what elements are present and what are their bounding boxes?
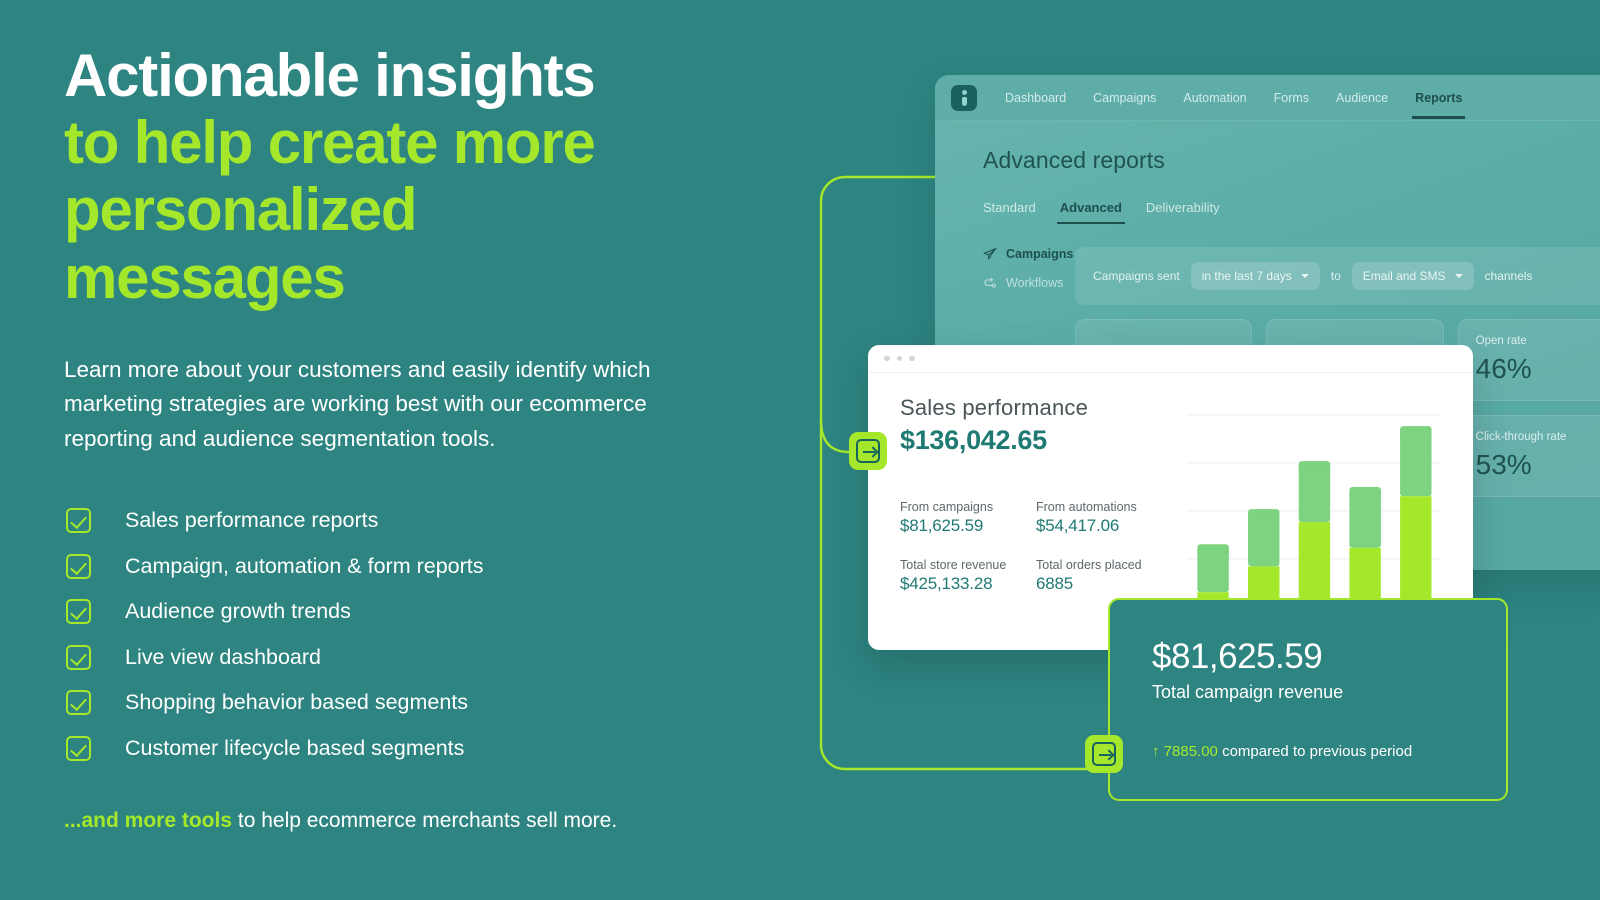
report-tabs: Standard Advanced Deliverability xyxy=(983,200,1600,224)
callout-label: Total campaign revenue xyxy=(1152,682,1344,702)
list-item-label: Audience growth trends xyxy=(125,599,351,624)
list-item: Audience growth trends xyxy=(64,589,764,635)
checkmark-icon xyxy=(66,644,91,670)
nav-item-audience[interactable]: Audience xyxy=(1335,77,1389,119)
arrow-right-icon xyxy=(1092,742,1116,766)
navbar-items: Dashboard Campaigns Automation Forms Aud… xyxy=(1004,77,1466,119)
stat-label: Click-through rate xyxy=(1475,431,1567,443)
arrow-right-icon xyxy=(856,439,880,463)
tab-standard[interactable]: Standard xyxy=(983,200,1036,224)
nav-item-dashboard[interactable]: Dashboard xyxy=(1004,77,1067,119)
sidebar-item-label: Campaigns xyxy=(1006,247,1074,261)
list-item-label: Shopping behavior based segments xyxy=(125,690,469,715)
hero-footer-line: ...and more tools to help ecommerce merc… xyxy=(64,809,764,833)
headline-line-4: messages xyxy=(64,243,346,311)
list-item-label: Sales performance reports xyxy=(125,508,379,533)
chevron-down-icon xyxy=(1300,274,1309,278)
metric-from-automations: From automations $54,417.06 xyxy=(1036,500,1172,536)
sidebar-item-campaigns[interactable]: Campaigns xyxy=(983,247,1075,261)
loop-arrow-icon xyxy=(984,277,996,288)
nav-item-forms[interactable]: Forms xyxy=(1273,77,1310,119)
checkmark-icon xyxy=(66,599,91,625)
headline-line-2: to help create more xyxy=(64,109,596,177)
list-item: Customer lifecycle based segments xyxy=(64,726,764,772)
headline-line-3: personalized xyxy=(64,176,418,244)
paper-plane-icon xyxy=(983,247,997,261)
list-item: Campaign, automation & form reports xyxy=(64,544,764,590)
stat-value: 53% xyxy=(1475,449,1532,480)
checkmark-icon xyxy=(66,553,91,579)
callout-delta: ↑ 7885.00 compared to previous period xyxy=(1152,743,1470,760)
checkmark-icon xyxy=(66,735,91,761)
list-item: Sales performance reports xyxy=(64,498,764,544)
date-range-dropdown[interactable]: in the last 7 days xyxy=(1190,262,1320,290)
window-dot-icon xyxy=(896,355,902,362)
checkmark-icon xyxy=(66,508,91,534)
metric-label: Total store revenue xyxy=(900,558,1007,572)
metric-total-orders-placed: Total orders placed 6885 xyxy=(1036,558,1172,594)
metric-value: 6885 xyxy=(1036,574,1074,593)
date-range-value: in the last 7 days xyxy=(1201,269,1292,283)
metric-from-campaigns: From campaigns $81,625.59 xyxy=(900,500,1036,536)
campaign-revenue-callout: $81,625.59 Total campaign revenue ↑ 7885… xyxy=(1108,598,1508,801)
metric-value: $425,133.28 xyxy=(900,574,993,593)
hero-copy-column: Actionable insights to help create more … xyxy=(64,42,764,833)
callout-amount: $81,625.59 xyxy=(1152,637,1323,676)
list-item-label: Live view dashboard xyxy=(125,644,322,669)
page-title: Actionable insights to help create more … xyxy=(64,42,764,311)
filter-bar: Campaigns sent in the last 7 days to Ema… xyxy=(1075,247,1600,305)
filter-suffix-label: channels xyxy=(1484,269,1533,283)
channel-value: Email and SMS xyxy=(1362,269,1446,283)
stat-column-right: Open rate 46% Click-through rate 53% xyxy=(1457,319,1600,497)
brand-logo-icon xyxy=(951,84,977,111)
sales-metric-grid: From campaigns $81,625.59 From automatio… xyxy=(900,500,1168,594)
nav-item-campaigns[interactable]: Campaigns xyxy=(1092,77,1157,119)
list-item: Shopping behavior based segments xyxy=(64,680,764,726)
window-dot-icon xyxy=(884,355,890,362)
metric-label: From campaigns xyxy=(900,500,994,514)
app-navbar: Dashboard Campaigns Automation Forms Aud… xyxy=(935,75,1600,121)
arrow-badge-sales xyxy=(849,432,887,470)
metric-total-store-revenue: Total store revenue $425,133.28 xyxy=(900,558,1036,594)
stat-value: 46% xyxy=(1475,353,1532,384)
delta-value: 7885.00 xyxy=(1163,743,1218,760)
filter-prefix-label: Campaigns sent xyxy=(1093,269,1180,283)
checkmark-icon xyxy=(66,690,91,716)
list-item: Live view dashboard xyxy=(64,635,764,681)
tab-deliverability[interactable]: Deliverability xyxy=(1146,200,1220,224)
nav-item-reports[interactable]: Reports xyxy=(1412,77,1466,119)
stat-label: Open rate xyxy=(1475,335,1527,347)
stat-card-click-through-rate: Click-through rate 53% xyxy=(1457,415,1600,497)
metric-label: Total orders placed xyxy=(1036,558,1142,572)
hero-footer-emphasis: ...and more tools xyxy=(64,809,233,833)
nav-item-automation[interactable]: Automation xyxy=(1182,77,1247,119)
metric-value: $81,625.59 xyxy=(900,516,984,535)
product-illustration: Dashboard Campaigns Automation Forms Aud… xyxy=(790,0,1600,900)
delta-arrow-icon: ↑ xyxy=(1152,743,1160,760)
hero-subcopy: Learn more about your customers and easi… xyxy=(64,356,651,451)
hero-footer-rest: to help ecommerce merchants sell more. xyxy=(232,809,618,833)
sidebar-item-workflows[interactable]: Workflows xyxy=(983,276,1075,290)
tab-advanced[interactable]: Advanced xyxy=(1056,200,1126,224)
sales-card-title: Sales performance xyxy=(900,395,1089,420)
sales-total-amount: $136,042.65 xyxy=(900,425,1047,455)
chevron-down-icon xyxy=(1454,274,1463,278)
delta-text: compared to previous period xyxy=(1217,743,1413,760)
list-item-label: Campaign, automation & form reports xyxy=(125,553,484,578)
sidebar-item-label: Workflows xyxy=(1006,276,1064,290)
window-dot-icon xyxy=(909,355,915,362)
channel-dropdown[interactable]: Email and SMS xyxy=(1351,262,1474,290)
arrow-badge-callout xyxy=(1085,735,1123,773)
headline-line-1: Actionable insights xyxy=(64,42,596,109)
list-item-label: Customer lifecycle based segments xyxy=(125,735,465,760)
filter-middle-label: to xyxy=(1330,269,1341,283)
window-chrome xyxy=(868,345,1473,373)
panel-title: Advanced reports xyxy=(983,147,1165,173)
metric-label: From automations xyxy=(1036,500,1137,514)
stat-card-open-rate: Open rate 46% xyxy=(1457,319,1600,401)
feature-checklist: Sales performance reports Campaign, auto… xyxy=(64,498,764,771)
metric-value: $54,417.06 xyxy=(1036,516,1120,535)
